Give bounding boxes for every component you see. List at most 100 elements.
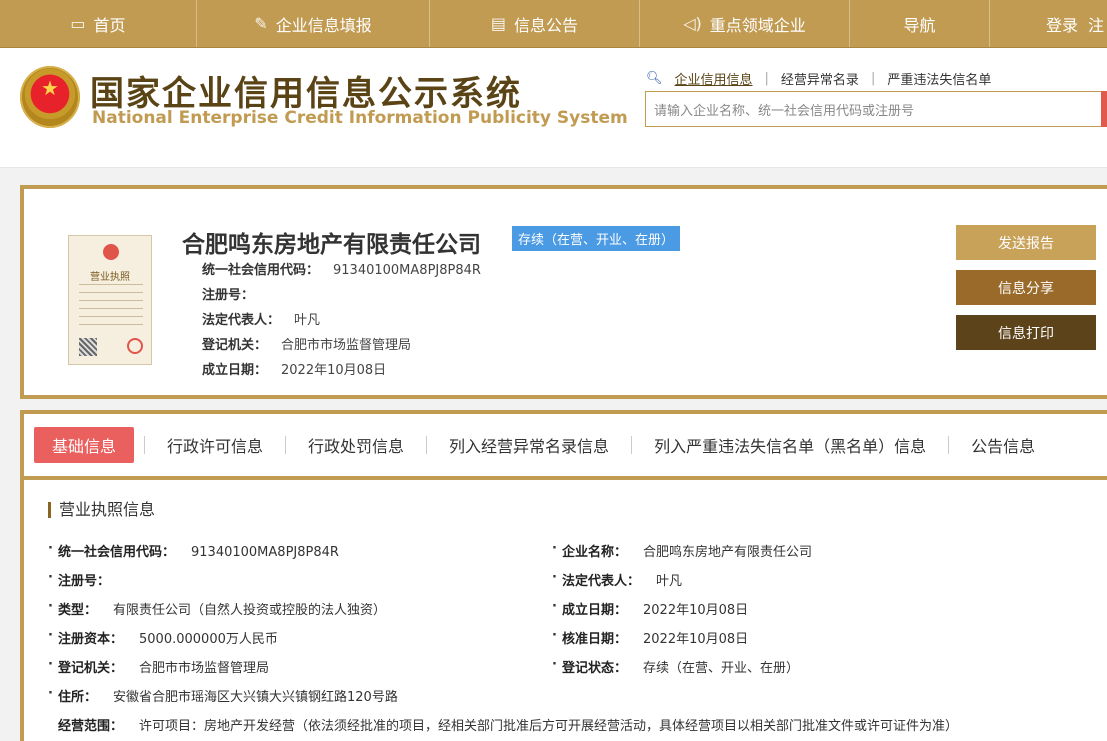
monitor-icon: ▭ (70, 14, 86, 33)
nav-report-label: 企业信息填报 (275, 15, 372, 35)
print-info-button[interactable]: 信息打印 (956, 315, 1096, 350)
tab-admin-license[interactable]: 行政许可信息 (145, 433, 285, 457)
document-icon: ▤ (490, 14, 507, 33)
search-tab-abnormal[interactable]: 经营异常名录 (781, 69, 859, 88)
company-card: 营业执照 合肥鸣东房地产有限责任公司 存续（在营、开业、在册） 统一社会信用代码… (20, 185, 1107, 399)
field-credit-code: 统一社会信用代码： 91340100MA8PJ8P84R (48, 541, 339, 560)
field-label: 注册资本： (58, 632, 124, 647)
reg-no-label: 注册号： (202, 288, 255, 303)
field-est-date: 成立日期： 2022年10月08日 (552, 599, 748, 618)
business-license-image[interactable]: 营业执照 (68, 235, 152, 365)
field-address: 住所： 安徽省合肥市瑶海区大兴镇大兴镇钢红路120号路 (48, 686, 398, 705)
est-date-value: 2022年10月08日 (281, 363, 387, 378)
status-badge: 存续（在营、开业、在册） (512, 226, 681, 251)
info-credit-code: 统一社会信用代码： 91340100MA8PJ8P84R (202, 259, 481, 278)
detail-panel: 基础信息 行政许可信息 行政处罚信息 列入经营异常名录信息 列入严重违法失信名单… (20, 410, 1107, 741)
info-legal-rep: 法定代表人： 叶凡 (202, 309, 320, 328)
field-label: 法定代表人： (562, 574, 641, 589)
emblem-icon (103, 244, 119, 260)
field-company-name: 企业名称： 合肥鸣东房地产有限责任公司 (552, 541, 813, 560)
nav-report[interactable]: ✎ 企业信息填报 (197, 0, 430, 47)
field-label: 统一社会信用代码： (58, 545, 176, 560)
field-value: 叶凡 (656, 574, 683, 589)
credit-code-label: 统一社会信用代码： (202, 263, 320, 278)
credit-code-value: 91340100MA8PJ8P84R (333, 263, 481, 278)
tab-blacklist[interactable]: 列入严重违法失信名单（黑名单）信息 (632, 433, 948, 457)
field-type: 类型： 有限责任公司（自然人投资或控股的法人独资） (48, 599, 387, 618)
nav-key-industry[interactable]: ◁) 重点领域企业 (640, 0, 850, 47)
login-area: 登录 注 (990, 0, 1104, 47)
national-emblem-icon (20, 66, 80, 128)
nav-home[interactable]: ▭ 首页 (0, 0, 197, 47)
est-date-label: 成立日期： (202, 363, 268, 378)
field-authority: 登记机关： 合肥市市场监督管理局 (48, 657, 270, 676)
top-nav: ▭ 首页 ✎ 企业信息填报 ▤ 信息公告 ◁) 重点领域企业 导航 登录 注 (0, 0, 1107, 48)
field-reg-status: 登记状态： 存续（在营、开业、在册） (552, 657, 800, 676)
site-header: 国家企业信用信息公示系统 National Enterprise Credit … (0, 48, 1107, 168)
field-value: 有限责任公司（自然人投资或控股的法人独资） (113, 603, 387, 618)
field-value: 91340100MA8PJ8P84R (191, 545, 339, 560)
share-info-button[interactable]: 信息分享 (956, 270, 1096, 305)
search-tab-blacklist[interactable]: 严重违法失信名单 (887, 69, 991, 88)
register-link[interactable]: 注 (1088, 12, 1104, 36)
field-label: 注册号： (58, 574, 111, 589)
field-capital: 注册资本： 5000.000000万人民币 (48, 628, 278, 647)
tab-announcements[interactable]: 公告信息 (949, 433, 1057, 457)
search-icon: 🔍︎ (646, 71, 663, 86)
field-label: 经营范围： (58, 719, 124, 734)
authority-value: 合肥市市场监督管理局 (281, 338, 412, 353)
info-est-date: 成立日期： 2022年10月08日 (202, 359, 386, 378)
divider: | (764, 71, 769, 86)
field-label: 登记状态： (562, 661, 628, 676)
field-value: 许可项目：房地产开发经营（依法须经批准的项目，经相关部门批准后方可开展经营活动，… (139, 719, 959, 734)
nav-notice[interactable]: ▤ 信息公告 (430, 0, 640, 47)
nav-home-label: 首页 (93, 15, 126, 35)
field-value: 2022年10月08日 (643, 632, 749, 647)
search-placeholder: 请输入企业名称、统一社会信用代码或注册号 (654, 103, 915, 119)
field-value: 存续（在营、开业、在册） (643, 661, 800, 676)
site-subtitle: National Enterprise Credit Information P… (92, 108, 628, 128)
tab-basic-info[interactable]: 基础信息 (34, 427, 135, 463)
field-value: 安徽省合肥市瑶海区大兴镇大兴镇钢红路120号路 (113, 690, 398, 705)
search-button[interactable] (1101, 91, 1107, 127)
divider: | (870, 71, 876, 86)
speaker-icon: ◁) (683, 14, 702, 33)
license-lines (79, 284, 143, 332)
field-value: 5000.000000万人民币 (139, 632, 278, 647)
tab-admin-penalty[interactable]: 行政处罚信息 (286, 433, 426, 457)
edit-icon: ✎ (254, 14, 268, 33)
stamp-icon (127, 338, 143, 354)
qr-code-icon (79, 338, 97, 356)
nav-key-industry-label: 重点领域企业 (709, 15, 806, 35)
field-label: 类型： (58, 603, 98, 618)
license-label: 营业执照 (90, 272, 130, 283)
field-label: 核准日期： (562, 632, 628, 647)
field-approve-date: 核准日期： 2022年10月08日 (552, 628, 749, 647)
login-link[interactable]: 登录 (1046, 12, 1078, 36)
nav-guide-label: 导航 (903, 15, 936, 35)
tab-abnormal-list[interactable]: 列入经营异常名录信息 (427, 433, 631, 457)
field-legal-rep: 法定代表人： 叶凡 (552, 570, 683, 589)
search-tab-credit[interactable]: 企业信用信息 (675, 69, 753, 88)
company-name: 合肥鸣东房地产有限责任公司 (182, 232, 481, 258)
field-reg-no: 注册号： (48, 570, 126, 589)
field-value: 合肥市市场监督管理局 (139, 661, 270, 676)
legal-rep-label: 法定代表人： (202, 313, 281, 328)
field-label: 住所： (58, 690, 98, 705)
field-label: 登记机关： (58, 661, 124, 676)
section-title: 营业执照信息 (48, 502, 155, 518)
send-report-button[interactable]: 发送报告 (956, 225, 1096, 260)
nav-guide[interactable]: 导航 (850, 0, 990, 47)
field-scope: 经营范围： 许可项目：房地产开发经营（依法须经批准的项目，经相关部门批准后方可开展… (58, 715, 1098, 734)
info-reg-no: 注册号： (202, 284, 268, 303)
tab-bar: 基础信息 行政许可信息 行政处罚信息 列入经营异常名录信息 列入严重违法失信名单… (24, 414, 1107, 480)
nav-notice-label: 信息公告 (514, 15, 579, 35)
field-label: 成立日期： (562, 603, 628, 618)
legal-rep-value: 叶凡 (294, 313, 321, 328)
search-tabs: 🔍︎ 企业信用信息 | 经营异常名录 | 严重违法失信名单 (646, 69, 991, 88)
authority-label: 登记机关： (202, 338, 268, 353)
field-label: 企业名称： (562, 545, 628, 560)
info-authority: 登记机关： 合肥市市场监督管理局 (202, 334, 411, 353)
field-value: 合肥鸣东房地产有限责任公司 (643, 545, 813, 560)
search-input[interactable]: 请输入企业名称、统一社会信用代码或注册号 (645, 91, 1107, 127)
